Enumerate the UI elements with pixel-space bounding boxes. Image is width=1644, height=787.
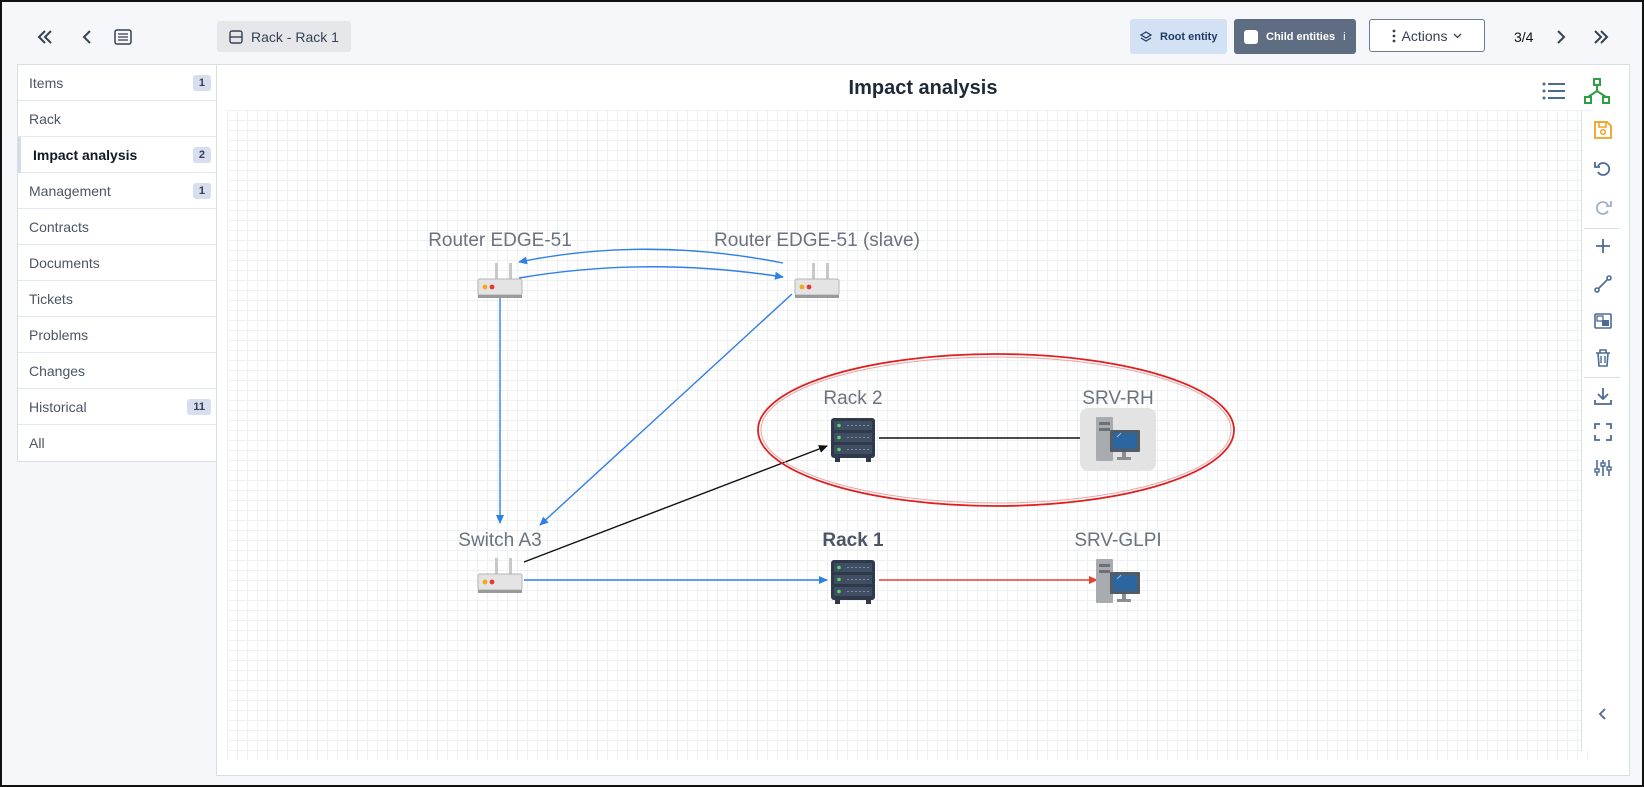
sidebar-item-label: Rack <box>29 110 61 127</box>
collapse-toolbar-icon[interactable] <box>1592 703 1614 725</box>
edge-router-to-router-slave <box>518 266 784 280</box>
list-icon[interactable] <box>1540 77 1568 105</box>
page-title: Impact analysis <box>848 77 998 99</box>
redo-icon[interactable] <box>1592 196 1614 218</box>
child-entities-label: Child entities <box>1266 30 1336 43</box>
sidebar-item-items[interactable]: Items 1 <box>18 65 217 101</box>
download-icon[interactable] <box>1592 385 1614 407</box>
previous-item-icon[interactable] <box>74 24 100 50</box>
sidebar: Items 1 Rack Impact analysis 2 Management 1… <box>17 64 218 462</box>
sidebar-item-label: Contracts <box>29 218 89 235</box>
layers-icon <box>1140 30 1152 42</box>
node-label: SRV-RH <box>1082 388 1153 409</box>
add-edge-icon[interactable] <box>1592 273 1614 295</box>
graph-toolbar <box>1581 111 1622 751</box>
node-router-edge-51[interactable]: Router EDGE-51 <box>428 230 572 299</box>
network-graph-icon[interactable] <box>1583 77 1611 105</box>
root-entity-label: Root entity <box>1160 30 1218 43</box>
settings-sliders-icon[interactable] <box>1592 457 1614 479</box>
first-item-icon[interactable] <box>32 24 58 50</box>
sidebar-item-label: Historical <box>29 398 87 415</box>
count-badge: 2 <box>192 146 211 163</box>
node-router-edge-51-slave[interactable]: Router EDGE-51 (slave) <box>714 230 920 299</box>
edge-router-slave-to-switch <box>539 293 793 526</box>
sidebar-item-label: Tickets <box>29 290 73 307</box>
add-icon[interactable] <box>1592 235 1614 257</box>
sidebar-item-contracts[interactable]: Contracts <box>18 209 217 245</box>
node-rack-2[interactable]: Rack 2 <box>823 388 883 463</box>
sidebar-item-label: Documents <box>29 254 100 271</box>
chevron-down-icon <box>1453 33 1462 38</box>
node-label: Rack 2 <box>823 388 882 409</box>
count-badge: 1 <box>192 182 211 199</box>
impact-analysis-panel: Impact analysis Router EDGE-51 Router ED… <box>216 64 1630 776</box>
next-item-icon[interactable] <box>1548 24 1574 50</box>
node-label: Switch A3 <box>458 530 541 551</box>
more-vertical-icon <box>1392 29 1395 42</box>
sidebar-item-rack[interactable]: Rack <box>18 101 217 137</box>
last-item-icon[interactable] <box>1588 24 1614 50</box>
sidebar-item-problems[interactable]: Problems <box>18 317 217 353</box>
fullscreen-icon[interactable] <box>1592 421 1614 443</box>
sidebar-item-historical[interactable]: Historical 11 <box>18 389 217 425</box>
node-label: Router EDGE-51 (slave) <box>714 230 920 251</box>
pager-count: 3/4 <box>1514 29 1534 45</box>
highlight-ellipse <box>757 353 1235 507</box>
delete-icon[interactable] <box>1592 347 1614 369</box>
undo-icon[interactable] <box>1592 157 1614 179</box>
sidebar-item-label: Management <box>29 182 111 199</box>
actions-button[interactable]: Actions <box>1369 19 1485 52</box>
sidebar-item-label: Changes <box>29 362 86 379</box>
save-icon[interactable] <box>1592 119 1614 141</box>
edge-router-slave-to-router <box>518 248 784 265</box>
child-entities-checkbox[interactable] <box>1244 29 1258 44</box>
node-srv-glpi[interactable]: SRV-GLPI <box>1074 530 1162 604</box>
node-label: Rack 1 <box>822 530 884 551</box>
node-label: Router EDGE-51 <box>428 230 572 251</box>
sidebar-item-management[interactable]: Management 1 <box>18 173 217 209</box>
sidebar-item-label: Problems <box>29 326 89 343</box>
count-badge: 1 <box>192 74 211 91</box>
sidebar-item-changes[interactable]: Changes <box>18 353 217 389</box>
add-compound-icon[interactable] <box>1592 310 1614 332</box>
breadcrumb-label: Rack - Rack 1 <box>251 28 339 45</box>
breadcrumb[interactable]: Rack - Rack 1 <box>217 21 351 52</box>
top-bar: Rack - Rack 1 Root entity Child entities… <box>2 2 1642 62</box>
info-icon: i <box>1343 30 1346 43</box>
sidebar-item-documents[interactable]: Documents <box>18 245 217 281</box>
node-rack-1[interactable]: Rack 1 <box>822 530 884 605</box>
sidebar-item-label: All <box>29 435 45 451</box>
child-entities-toggle[interactable]: Child entities i <box>1234 19 1356 54</box>
node-label: SRV-GLPI <box>1074 530 1161 551</box>
count-badge: 11 <box>187 398 211 415</box>
sidebar-item-tickets[interactable]: Tickets <box>18 281 217 317</box>
rack-icon <box>229 29 243 44</box>
node-switch-a3[interactable]: Switch A3 <box>458 530 542 594</box>
node-srv-rh[interactable]: SRV-RH <box>1080 388 1156 471</box>
sidebar-item-label: Items <box>29 74 64 91</box>
sidebar-item-label: Impact analysis <box>33 146 138 163</box>
sidebar-item-all[interactable]: All <box>18 425 217 461</box>
list-view-icon[interactable] <box>110 24 136 50</box>
root-entity-button[interactable]: Root entity <box>1130 19 1228 54</box>
impact-graph-canvas[interactable]: Router EDGE-51 Router EDGE-51 (slave) Ra… <box>227 110 1593 760</box>
actions-label: Actions <box>1401 27 1448 44</box>
sidebar-item-impact-analysis[interactable]: Impact analysis 2 <box>18 137 217 173</box>
